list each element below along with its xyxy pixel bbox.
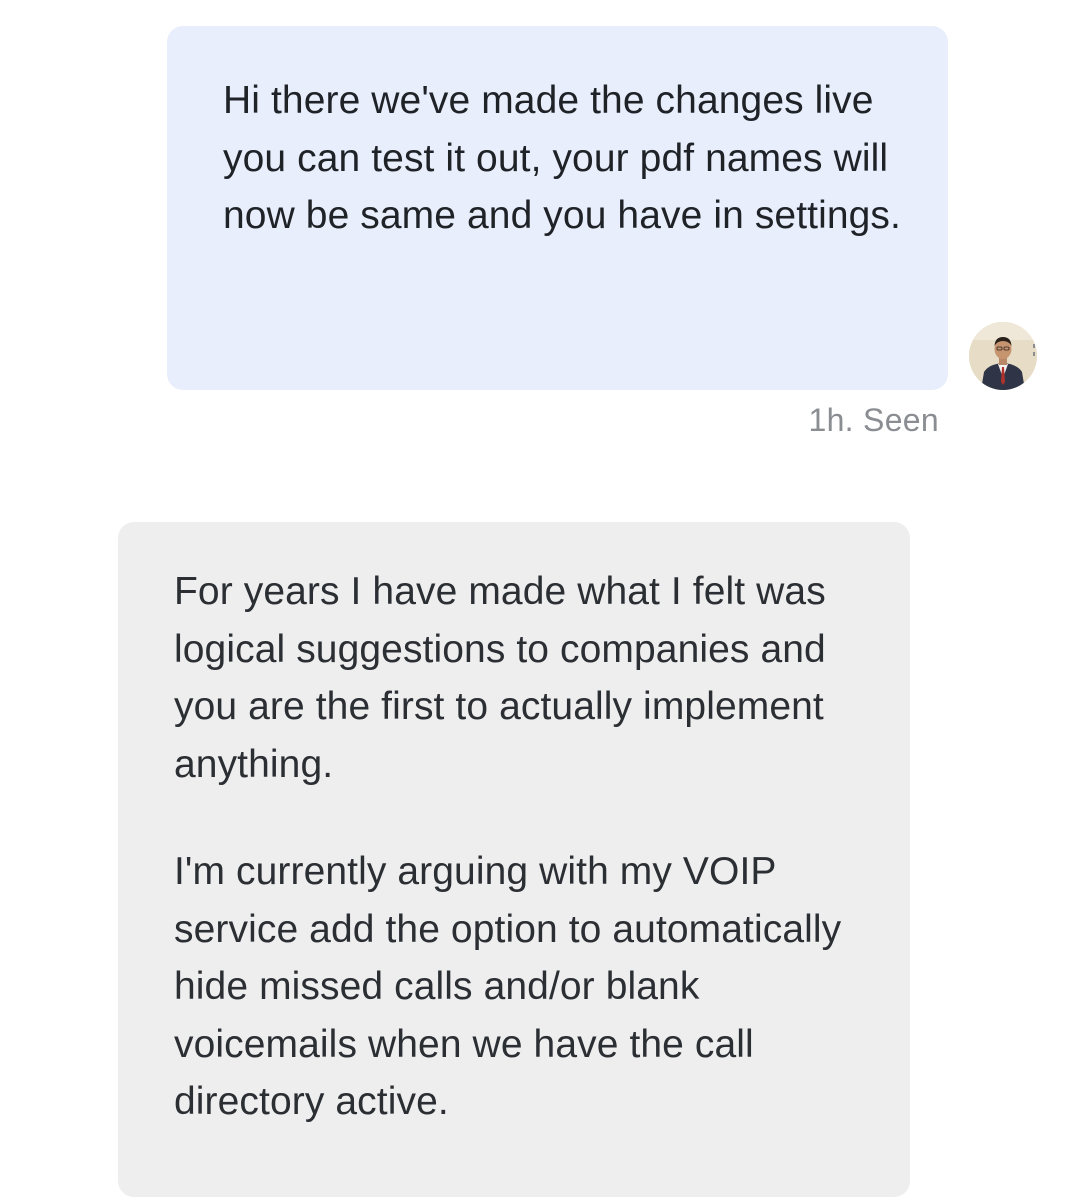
avatar[interactable] xyxy=(969,322,1037,390)
message-text: I'm currently arguing with my VOIP servi… xyxy=(174,850,842,1123)
incoming-message-bubble: For years I have made what I felt was lo… xyxy=(118,522,910,1197)
message-text: Hi there we've made the changes live you… xyxy=(223,79,901,237)
message-status: 1h. Seen xyxy=(808,402,939,438)
outgoing-message-bubble: Hi there we've made the changes live you… xyxy=(167,26,948,390)
agent-avatar-icon xyxy=(969,322,1037,390)
message-text: For years I have made what I felt was lo… xyxy=(174,570,826,786)
